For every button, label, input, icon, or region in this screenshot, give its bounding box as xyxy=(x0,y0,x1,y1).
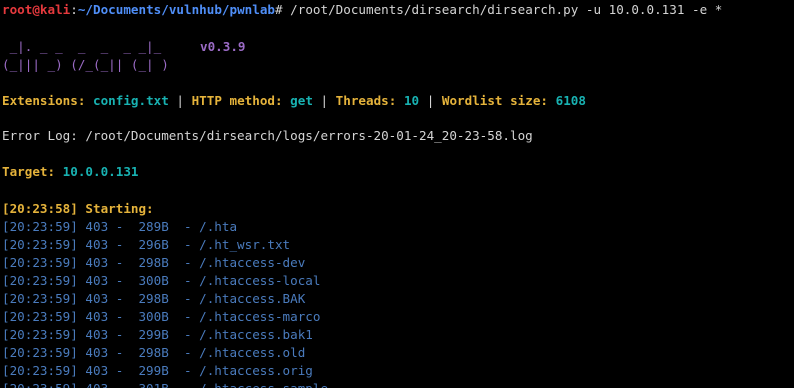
error-log-line: Error Log: /root/Documents/dirsearch/log… xyxy=(2,128,533,143)
banner-logo-line-1: _|. _ _ _ _ _ _|_ xyxy=(2,39,162,54)
http-method-label: HTTP method: xyxy=(191,93,283,108)
target-line: Target: 10.0.0.131 xyxy=(2,163,139,181)
separator: | xyxy=(419,93,442,108)
extensions-value: config.txt xyxy=(93,93,169,108)
prompt-user-host: root@kali xyxy=(2,2,71,17)
prompt-path: ~/Documents/vulnhub/pwnlab xyxy=(77,2,275,17)
starting-line: [20:23:58] Starting: xyxy=(2,201,154,216)
result-line: [20:23:59] 403 - 300B - /.htaccess-marco xyxy=(2,309,321,324)
result-line: [20:23:59] 403 - 296B - /.ht_wsr.txt xyxy=(2,237,291,252)
target-value: 10.0.0.131 xyxy=(62,164,139,179)
separator: | xyxy=(312,93,336,108)
banner-version: v0.3.9 xyxy=(200,39,246,54)
command-text: /root/Documents/dirsearch/dirsearch.py -… xyxy=(282,2,723,17)
banner-logo-line-2: (_||| _) (/_(_|| (_| ) xyxy=(2,57,169,72)
result-line: [20:23:59] 403 - 298B - /.htaccess.BAK xyxy=(2,291,306,306)
threads-value: 10 xyxy=(403,93,420,108)
prompt-colon: : xyxy=(70,2,78,17)
result-line: [20:23:59] 403 - 298B - /.htaccess.old xyxy=(2,345,306,360)
extensions-label: Extensions: xyxy=(2,93,86,108)
terminal-window[interactable]: root@kali:~/Documents/vulnhub/pwnlab# /r… xyxy=(2,0,792,388)
prompt-symbol: # xyxy=(274,2,283,17)
result-line: [20:23:59] 403 - 299B - /.htaccess.orig xyxy=(2,363,313,378)
result-line: [20:23:59] 403 - 300B - /.htaccess-local xyxy=(2,273,321,288)
separator: | xyxy=(168,93,192,108)
http-method-value: get xyxy=(290,93,313,108)
command-prompt-line: root@kali:~/Documents/vulnhub/pwnlab# /r… xyxy=(2,1,722,19)
wordlist-size-label: Wordlist size: xyxy=(441,93,549,108)
config-line: Extensions: config.txt | HTTP method: ge… xyxy=(2,92,586,110)
result-line: [20:23:59] 403 - 301B - /.htaccess.sampl… xyxy=(2,380,328,388)
result-line: [20:23:59] 403 - 298B - /.htaccess-dev xyxy=(2,255,306,270)
result-line: [20:23:59] 403 - 289B - /.hta xyxy=(2,219,238,234)
threads-label: Threads: xyxy=(335,93,397,108)
wordlist-size-value: 6108 xyxy=(555,93,586,108)
target-label: Target: xyxy=(2,164,56,179)
result-line: [20:23:59] 403 - 299B - /.htaccess.bak1 xyxy=(2,327,313,342)
